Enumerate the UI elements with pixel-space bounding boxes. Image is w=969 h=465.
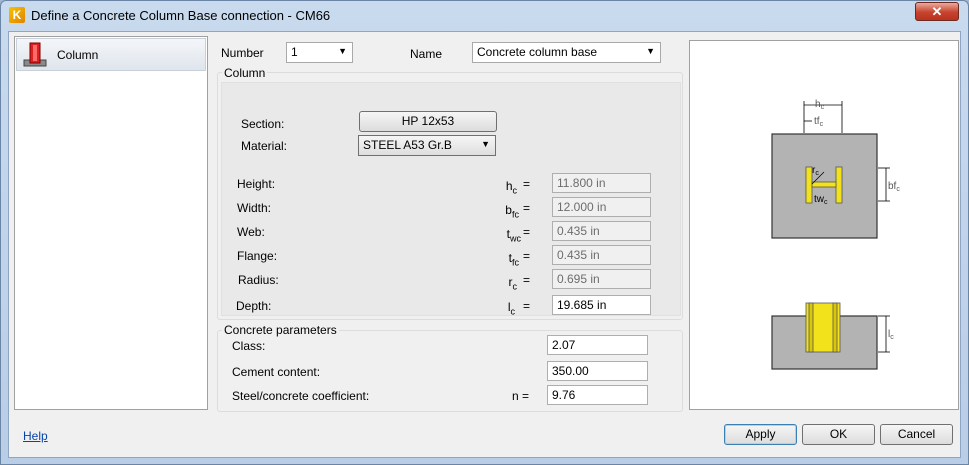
- web-field: 0.435 in: [552, 221, 651, 241]
- app-icon: K: [9, 7, 25, 23]
- connection-element-list: Column: [14, 36, 208, 410]
- width-field: 12.000 in: [552, 197, 651, 217]
- height-symbol: hc: [505, 179, 517, 196]
- height-field: 11.800 in: [552, 173, 651, 193]
- title-bar[interactable]: K Define a Concrete Column Base connecti…: [1, 1, 968, 31]
- flange-field: 0.435 in: [552, 245, 651, 265]
- cement-field[interactable]: 350.00: [547, 361, 648, 381]
- coefficient-label: Steel/concrete coefficient:: [232, 389, 370, 403]
- height-label: Height:: [237, 177, 276, 191]
- web-eq: =: [523, 225, 531, 239]
- depth-label: Depth:: [236, 299, 272, 313]
- chevron-down-icon: ▼: [481, 139, 490, 149]
- dialog-window: K Define a Concrete Column Base connecti…: [0, 0, 969, 465]
- i-section-elevation: [805, 302, 841, 353]
- number-dropdown[interactable]: 1 ▼: [286, 42, 353, 63]
- column-group-title: Column: [222, 66, 268, 80]
- lc-label: lc: [888, 329, 894, 341]
- material-dropdown[interactable]: STEEL A53 Gr.B ▼: [358, 135, 496, 156]
- width-label: Width:: [237, 201, 272, 215]
- window-title: Define a Concrete Column Base connection…: [31, 8, 331, 23]
- name-label: Name: [410, 47, 443, 61]
- depth-symbol: lc: [507, 300, 515, 317]
- cement-label: Cement content:: [232, 365, 321, 379]
- number-value: 1: [291, 45, 298, 59]
- concrete-group-title: Concrete parameters: [222, 323, 339, 337]
- flange-label: Flange:: [237, 249, 278, 263]
- class-field[interactable]: 2.07: [547, 335, 648, 355]
- radius-field: 0.695 in: [552, 269, 651, 289]
- name-value: Concrete column base: [477, 45, 598, 59]
- flange-symbol: tfc: [508, 251, 519, 268]
- class-label: Class:: [232, 339, 266, 353]
- column-base-diagram: hc tfc bfc rc twc lc: [771, 99, 900, 370]
- column-icon: [23, 42, 47, 67]
- diagram-panel: hc tfc bfc rc twc lc: [689, 40, 959, 410]
- material-label: Material:: [241, 139, 288, 153]
- cancel-button[interactable]: Cancel: [880, 424, 953, 445]
- ok-button[interactable]: OK: [802, 424, 875, 445]
- radius-eq: =: [523, 273, 531, 287]
- chevron-down-icon: ▼: [646, 46, 655, 56]
- height-eq: =: [523, 177, 531, 191]
- width-eq: =: [523, 201, 531, 215]
- width-symbol: bfc: [505, 203, 519, 220]
- coefficient-field[interactable]: 9.76: [547, 385, 648, 405]
- section-button[interactable]: HP 12x53: [359, 111, 497, 132]
- name-dropdown[interactable]: Concrete column base ▼: [472, 42, 661, 63]
- tfc-label: tfc: [814, 116, 824, 128]
- chevron-down-icon: ▼: [338, 46, 347, 56]
- web-label: Web:: [237, 225, 265, 239]
- depth-eq: =: [523, 299, 531, 313]
- apply-button[interactable]: Apply: [724, 424, 797, 445]
- list-item-column[interactable]: Column: [16, 38, 206, 71]
- radius-label: Radius:: [238, 273, 279, 287]
- bfc-label: bfc: [888, 181, 900, 193]
- coefficient-symbol: n =: [512, 389, 530, 403]
- section-label: Section:: [241, 117, 285, 131]
- number-label: Number: [221, 46, 264, 60]
- web-symbol: twc: [506, 227, 521, 244]
- flange-eq: =: [523, 249, 531, 263]
- list-item-label: Column: [57, 48, 99, 62]
- help-link[interactable]: Help: [23, 429, 48, 443]
- material-value: STEEL A53 Gr.B: [363, 138, 452, 152]
- depth-field[interactable]: 19.685 in: [552, 295, 651, 315]
- dialog-client-area: Column Number 1 ▼ Name Concrete column b…: [8, 31, 961, 458]
- close-button[interactable]: ✕: [915, 2, 959, 21]
- hc-label: hc: [815, 99, 825, 111]
- radius-symbol: rc: [508, 275, 518, 292]
